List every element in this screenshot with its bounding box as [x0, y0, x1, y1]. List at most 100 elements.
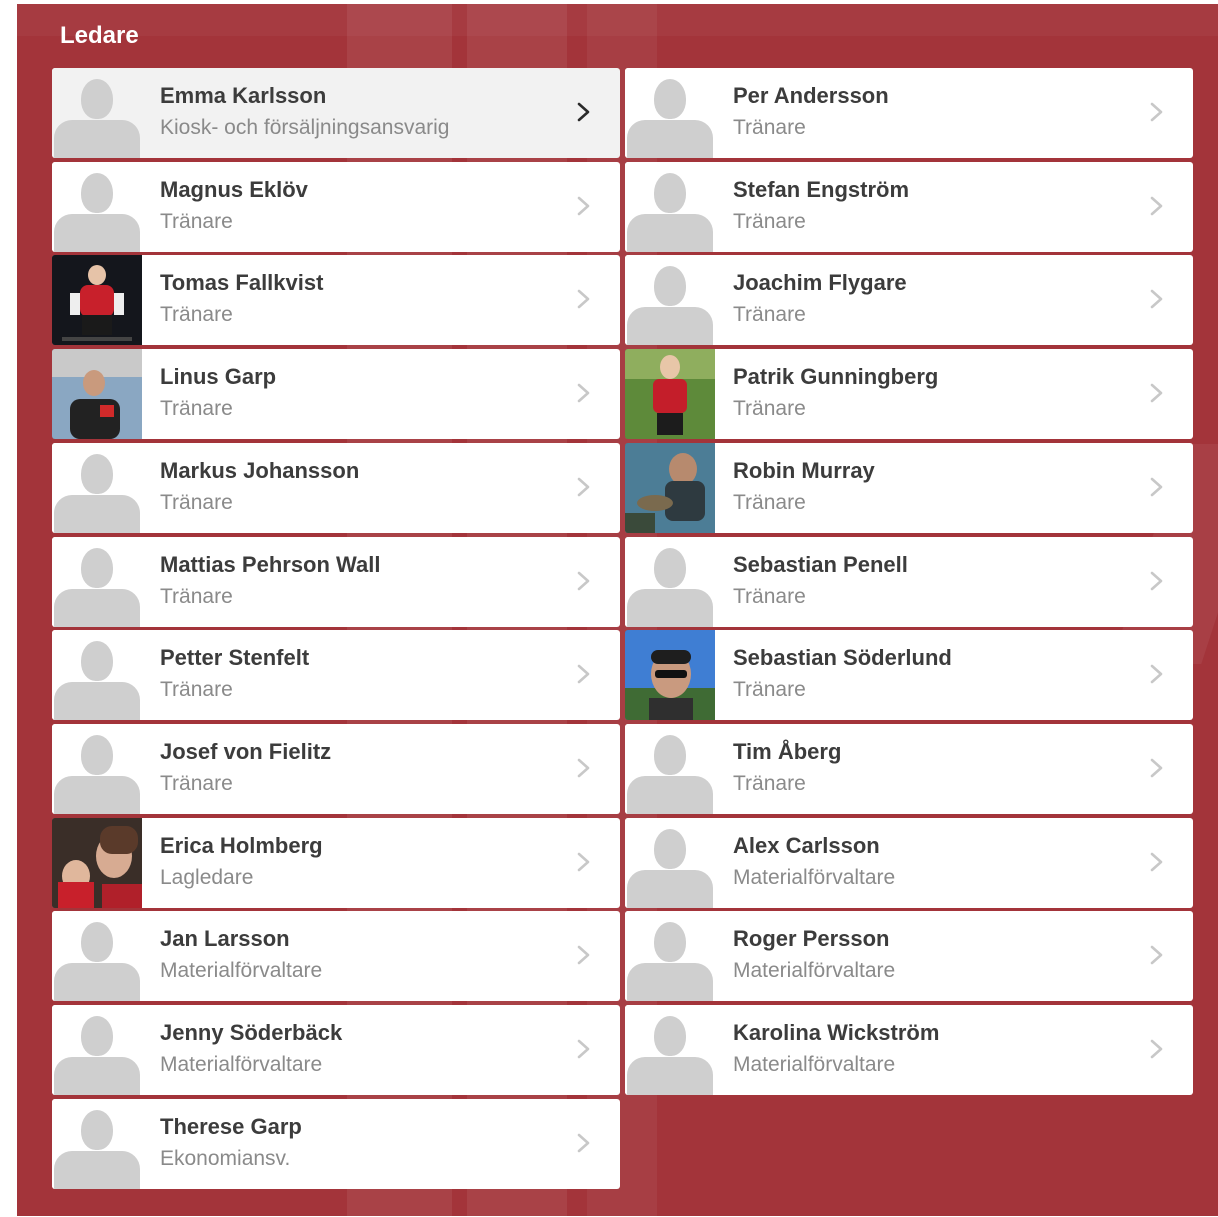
avatar-placeholder-icon [625, 68, 715, 158]
leader-card[interactable]: Per Andersson Tränare [625, 68, 1193, 158]
leader-name: Tomas Fallkvist [160, 270, 324, 295]
leader-card[interactable]: Petter Stenfelt Tränare [52, 630, 620, 720]
leader-role: Tränare [160, 585, 233, 608]
leader-name: Therese Garp [160, 1114, 302, 1139]
leader-name: Tim Åberg [733, 739, 842, 764]
leader-role: Tränare [160, 491, 233, 514]
leader-card[interactable]: Sebastian Penell Tränare [625, 537, 1193, 627]
chevron-right-icon [1150, 477, 1163, 497]
leader-role: Materialförvaltare [733, 1053, 896, 1076]
silhouette-head [81, 641, 113, 681]
leader-role: Materialförvaltare [733, 959, 896, 982]
leader-card[interactable]: Magnus Eklöv Tränare [52, 162, 620, 252]
leader-card[interactable]: Markus Johansson Tränare [52, 443, 620, 533]
silhouette-body [54, 214, 140, 252]
leader-role: Tränare [160, 772, 233, 795]
leader-role: Lagledare [160, 866, 254, 889]
leader-card[interactable]: Joachim Flygare Tränare [625, 255, 1193, 345]
leader-role: Tränare [160, 397, 233, 420]
silhouette-body [627, 1057, 713, 1095]
leader-role: Tränare [160, 678, 233, 701]
silhouette-head [654, 735, 686, 775]
avatar-placeholder-icon [52, 537, 142, 627]
leader-card[interactable]: Josef von Fielitz Tränare [52, 724, 620, 814]
leader-name: Markus Johansson [160, 458, 360, 483]
leader-role: Tränare [733, 678, 806, 701]
leader-name: Petter Stenfelt [160, 645, 310, 670]
leader-card[interactable]: Therese Garp Ekonomiansv. [52, 1099, 620, 1189]
avatar-photo [52, 818, 142, 908]
avatar-placeholder-icon [625, 724, 715, 814]
silhouette-body [627, 963, 713, 1001]
chevron-right-icon [577, 945, 590, 965]
leader-role: Materialförvaltare [160, 959, 323, 982]
leader-card[interactable]: Jenny Söderbäck Materialförvaltare [52, 1005, 620, 1095]
leader-card[interactable]: Mattias Pehrson Wall Tränare [52, 537, 620, 627]
avatar-photo [625, 349, 715, 439]
chevron-right-icon [1150, 196, 1163, 216]
section-title: Ledare [60, 22, 139, 49]
leader-role: Tränare [733, 772, 806, 795]
chevron-right-icon [1150, 758, 1163, 778]
avatar-placeholder-icon [52, 443, 142, 533]
chevron-right-icon [577, 571, 590, 591]
silhouette-body [627, 589, 713, 627]
chevron-right-icon [577, 477, 590, 497]
leader-name: Linus Garp [160, 364, 277, 389]
avatar-placeholder-icon [52, 162, 142, 252]
leader-card[interactable]: Tim Åberg Tränare [625, 724, 1193, 814]
silhouette-body [54, 963, 140, 1001]
leader-name: Jan Larsson [160, 926, 290, 951]
leader-card[interactable]: Linus Garp Tränare [52, 349, 620, 439]
avatar-placeholder-icon [52, 1099, 142, 1189]
chevron-right-icon [1150, 571, 1163, 591]
chevron-right-icon [577, 289, 590, 309]
avatar-placeholder-icon [52, 724, 142, 814]
avatar-placeholder-icon [52, 911, 142, 1001]
silhouette-body [54, 1057, 140, 1095]
silhouette-body [627, 307, 713, 345]
silhouette-head [81, 735, 113, 775]
chevron-right-icon [1150, 664, 1163, 684]
leader-card[interactable]: Sebastian Söderlund Tränare [625, 630, 1193, 720]
leader-name: Stefan Engström [733, 177, 910, 202]
leader-role: Tränare [733, 210, 806, 233]
avatar-placeholder-icon [625, 537, 715, 627]
leader-card[interactable]: Erica Holmberg Lagledare [52, 818, 620, 908]
avatar-placeholder-icon [625, 911, 715, 1001]
silhouette-body [54, 589, 140, 627]
chevron-right-icon [577, 102, 590, 122]
avatar-placeholder-icon [625, 818, 715, 908]
leader-card[interactable]: Tomas Fallkvist Tränare [52, 255, 620, 345]
leader-role: Tränare [733, 491, 806, 514]
leader-name: Sebastian Penell [733, 552, 908, 577]
leader-card[interactable]: Emma Karlsson Kiosk- och försäljningsansv… [52, 68, 620, 158]
silhouette-head [654, 1016, 686, 1056]
leader-name: Magnus Eklöv [160, 177, 308, 202]
silhouette-body [627, 120, 713, 158]
leader-card[interactable]: Patrik Gunningberg Tränare [625, 349, 1193, 439]
leader-card[interactable]: Jan Larsson Materialförvaltare [52, 911, 620, 1001]
leader-card[interactable]: Robin Murray Tränare [625, 443, 1193, 533]
silhouette-body [627, 776, 713, 814]
silhouette-head [81, 454, 113, 494]
leader-card[interactable]: Karolina Wickström Materialförvaltare [625, 1005, 1193, 1095]
silhouette-head [81, 1016, 113, 1056]
leader-card[interactable]: Alex Carlsson Materialförvaltare [625, 818, 1193, 908]
leader-name: Robin Murray [733, 458, 875, 483]
silhouette-head [81, 173, 113, 213]
leader-card[interactable]: Stefan Engström Tränare [625, 162, 1193, 252]
leader-name: Patrik Gunningberg [733, 364, 939, 389]
silhouette-head [81, 1110, 113, 1150]
silhouette-body [627, 214, 713, 252]
silhouette-body [54, 776, 140, 814]
leader-name: Emma Karlsson [160, 83, 327, 108]
leader-card[interactable]: Roger Persson Materialförvaltare [625, 911, 1193, 1001]
silhouette-head [81, 79, 113, 119]
chevron-right-icon [1150, 945, 1163, 965]
leader-name: Karolina Wickström [733, 1020, 940, 1045]
avatar-photo [625, 443, 715, 533]
avatar-placeholder-icon [52, 68, 142, 158]
silhouette-head [654, 173, 686, 213]
chevron-right-icon [1150, 383, 1163, 403]
